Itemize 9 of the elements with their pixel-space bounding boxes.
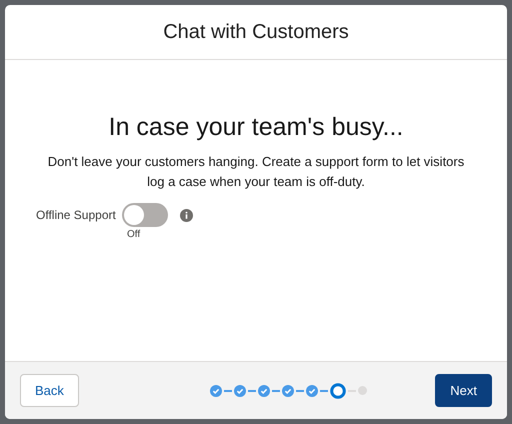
next-button[interactable]: Next <box>435 374 492 408</box>
toggle-switch[interactable] <box>122 203 168 227</box>
info-icon[interactable] <box>180 208 193 222</box>
modal-title: Chat with Customers <box>163 20 349 45</box>
back-button[interactable]: Back <box>20 374 79 408</box>
heading: In case your team's busy... <box>108 112 404 142</box>
description: Don't leave your customers hanging. Create a support form to let visitors log a case when your team is off-duty. <box>46 153 466 191</box>
toggle-state-text: Off <box>127 228 142 242</box>
toggle-label: Offline Support <box>36 207 116 224</box>
